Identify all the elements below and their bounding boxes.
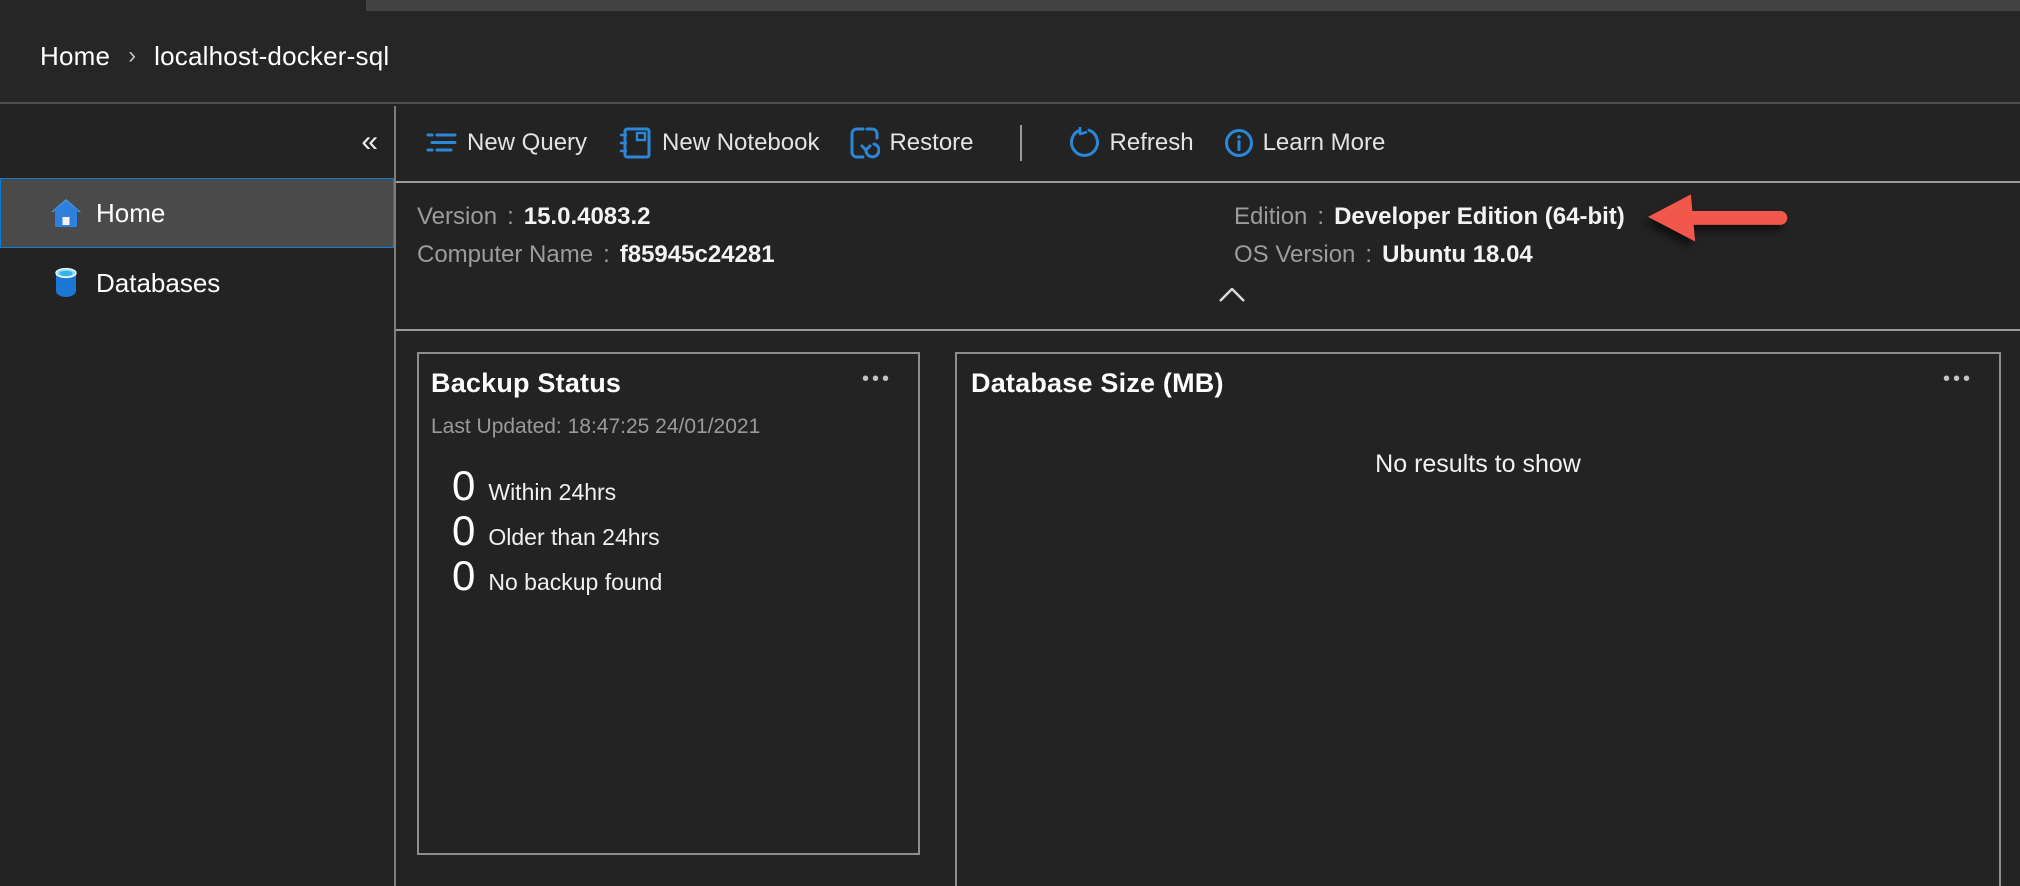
property-version: Version : 15.0.4083.2 [417,198,775,236]
backup-row-no-backup: 0 No backup found [452,553,894,598]
new-query-icon [425,128,458,158]
server-properties-right: Edition : Developer Edition (64-bit) OS … [1234,198,1625,274]
new-query-label: New Query [467,129,587,157]
dashboard-toolbar: New Query New Notebook Restore [396,104,2020,183]
window-tab-strip [0,0,2020,11]
refresh-icon [1068,126,1101,159]
server-properties-panel: Version : 15.0.4083.2 Computer Name : f8… [396,185,2020,331]
toolbar-separator [1020,125,1022,161]
breadcrumb: Home › localhost-docker-sql [0,11,2020,104]
backup-status-menu-icon[interactable]: ••• [860,368,894,390]
restore-button[interactable]: Restore [849,126,973,160]
collapse-sidebar-icon[interactable]: « [361,127,378,157]
backup-count-rows: 0 Within 24hrs 0 Older than 24hrs 0 No b… [452,463,894,598]
sidebar-item-databases[interactable]: Databases [0,248,394,318]
database-size-widget: Database Size (MB) ••• No results to sho… [955,352,2001,886]
breadcrumb-current-server: localhost-docker-sql [154,41,389,72]
info-icon [1224,128,1254,158]
property-computer-name: Computer Name : f85945c24281 [417,236,775,274]
sidebar-item-label: Databases [96,268,220,299]
tab-bar-background [366,0,2020,11]
home-icon [49,196,83,230]
property-edition: Edition : Developer Edition (64-bit) [1234,198,1625,236]
learn-more-button[interactable]: Learn More [1224,128,1386,158]
new-notebook-icon [617,126,653,160]
backup-row-within-24hrs: 0 Within 24hrs [452,463,894,508]
database-size-menu-icon[interactable]: ••• [1941,368,1975,390]
breadcrumb-separator-icon: › [128,42,136,70]
database-size-header: Database Size (MB) ••• [971,368,1975,399]
annotation-arrow [1648,193,1798,245]
server-properties-left: Version : 15.0.4083.2 Computer Name : f8… [417,198,775,274]
breadcrumb-home-link[interactable]: Home [40,41,110,72]
backup-status-title: Backup Status [431,368,621,399]
sidebar-item-home[interactable]: Home [0,178,394,248]
learn-more-label: Learn More [1263,129,1386,157]
dashboard-sidebar: « Home Databases [0,106,394,886]
restore-icon [849,126,880,160]
new-query-button[interactable]: New Query [425,128,587,158]
property-os-version: OS Version : Ubuntu 18.04 [1234,236,1625,274]
backup-last-updated: Last Updated: 18:47:25 24/01/2021 [431,415,894,439]
database-size-title: Database Size (MB) [971,368,1224,399]
sidebar-header: « [0,106,394,178]
backup-status-widget: Backup Status ••• Last Updated: 18:47:25… [417,352,920,855]
backup-count-label: No backup found [488,569,662,596]
backup-count: 0 [452,553,475,598]
backup-count: 0 [452,463,475,508]
backup-count: 0 [452,508,475,553]
new-notebook-label: New Notebook [662,129,819,157]
collapse-properties-icon[interactable] [1218,286,1246,304]
server-dashboard-window: Home › localhost-docker-sql « Home [0,0,2020,886]
backup-count-label: Older than 24hrs [488,524,659,551]
database-size-empty-message: No results to show [957,450,1999,479]
backup-count-label: Within 24hrs [488,479,616,506]
backup-row-older-24hrs: 0 Older than 24hrs [452,508,894,553]
refresh-button[interactable]: Refresh [1068,126,1194,159]
sidebar-item-label: Home [96,198,165,229]
refresh-label: Refresh [1110,129,1194,157]
restore-label: Restore [889,129,973,157]
new-notebook-button[interactable]: New Notebook [617,126,819,160]
database-icon [49,266,83,300]
backup-status-header: Backup Status ••• [431,368,894,399]
